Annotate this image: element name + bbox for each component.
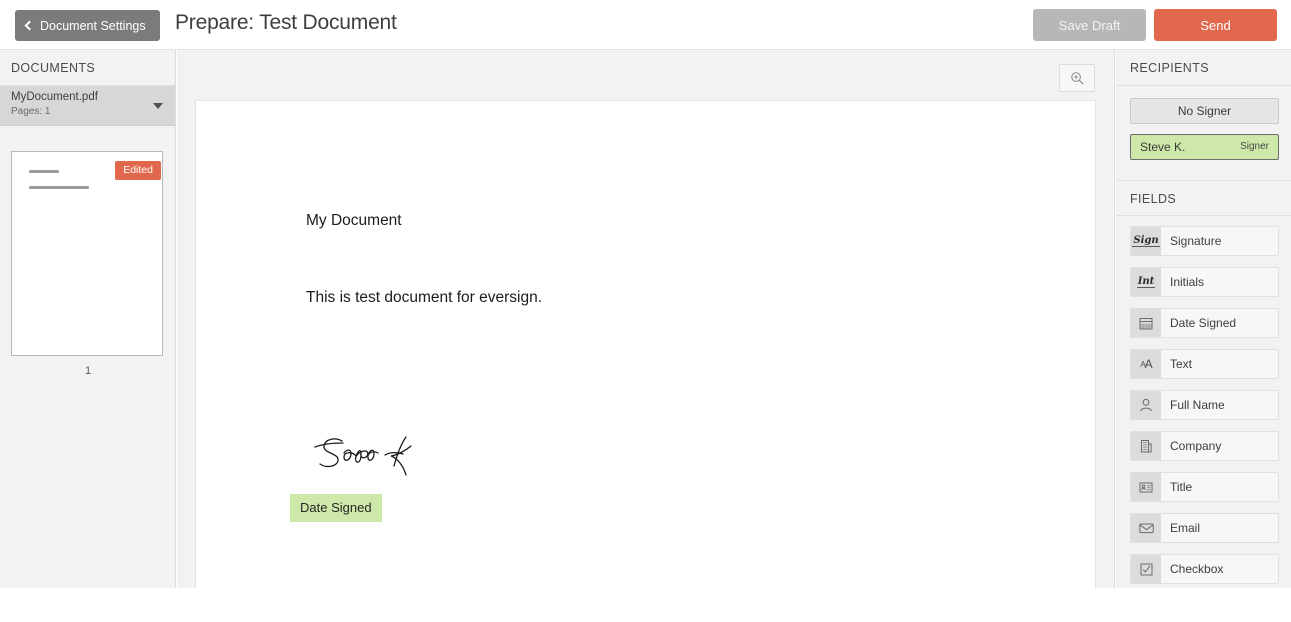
field-label: Text [1170, 357, 1193, 371]
recipients-fields-panel: RECIPIENTS No Signer Steve K. Signer FIE… [1116, 50, 1291, 588]
top-toolbar: Document Settings Prepare: Test Document… [0, 0, 1291, 50]
field-label: Email [1170, 521, 1201, 535]
signature-icon: Sign [1131, 227, 1161, 255]
field-label: Company [1170, 439, 1222, 453]
document-heading: My Document [306, 212, 402, 229]
field-item-initials[interactable]: Int Initials [1130, 267, 1279, 297]
field-label: Initials [1170, 275, 1205, 289]
thumbnail-text-line [29, 170, 59, 173]
field-item-date-signed[interactable]: Date Signed [1130, 308, 1279, 338]
recipient-item-no-signer[interactable]: No Signer [1130, 98, 1279, 124]
field-label: Full Name [1170, 398, 1225, 412]
date-signed-field-placed[interactable]: Date Signed [290, 494, 382, 522]
field-item-email[interactable]: Email [1130, 513, 1279, 543]
recipient-label: Steve K. [1140, 140, 1186, 154]
signature-field-placed[interactable] [311, 431, 431, 486]
building-icon [1131, 432, 1161, 460]
documents-heading: DOCUMENTS [0, 50, 175, 86]
field-item-text[interactable]: AA Text [1130, 349, 1279, 379]
calendar-icon [1131, 309, 1161, 337]
id-card-icon [1131, 473, 1161, 501]
field-item-company[interactable]: Company [1130, 431, 1279, 461]
recipients-heading: RECIPIENTS [1116, 50, 1291, 86]
field-label: Title [1170, 480, 1193, 494]
document-canvas-area: My Document This is test document for ev… [177, 50, 1115, 588]
field-label: Signature [1170, 234, 1222, 248]
magnifier-plus-icon [1070, 71, 1084, 85]
recipient-item-steve-k[interactable]: Steve K. Signer [1130, 134, 1279, 160]
initials-icon: Int [1131, 268, 1161, 296]
checkbox-icon [1131, 555, 1161, 583]
document-list-item[interactable]: MyDocument.pdf Pages: 1 [0, 86, 175, 126]
document-paragraph: This is test document for eversign. [306, 289, 543, 306]
field-label: Checkbox [1170, 562, 1224, 576]
document-page[interactable]: My Document This is test document for ev… [195, 100, 1096, 588]
recipient-label: No Signer [1177, 104, 1232, 118]
documents-sidebar: DOCUMENTS MyDocument.pdf Pages: 1 Edited… [0, 50, 176, 588]
handwritten-signature-icon [314, 436, 412, 476]
document-pages-count: Pages: 1 [11, 106, 51, 117]
thumbnail-page-number: 1 [84, 365, 92, 377]
recipient-role-badge: Signer [1240, 141, 1269, 152]
fields-heading: FIELDS [1116, 180, 1291, 216]
save-draft-button[interactable]: Save Draft [1033, 9, 1146, 41]
field-item-title[interactable]: Title [1130, 472, 1279, 502]
field-item-signature[interactable]: Sign Signature [1130, 226, 1279, 256]
chevron-down-icon[interactable] [153, 103, 163, 109]
page-thumbnail-wrapper: Edited 1 [11, 151, 165, 377]
field-label: Date Signed [1170, 316, 1237, 330]
thumbnail-text-line [29, 186, 89, 189]
person-icon [1131, 391, 1161, 419]
fields-list: Sign Signature Int Initials Date Signed [1116, 216, 1291, 588]
field-item-checkbox[interactable]: Checkbox [1130, 554, 1279, 584]
send-button[interactable]: Send [1154, 9, 1277, 41]
back-button-label: Document Settings [40, 18, 146, 33]
envelope-icon [1131, 514, 1161, 542]
text-icon: AA [1131, 350, 1161, 378]
edited-badge: Edited [115, 161, 161, 180]
chevron-left-icon [24, 20, 35, 31]
field-item-full-name[interactable]: Full Name [1130, 390, 1279, 420]
page-thumbnail[interactable]: Edited [11, 151, 163, 356]
document-name: MyDocument.pdf [11, 91, 98, 103]
zoom-in-button[interactable] [1059, 64, 1095, 92]
page-title: Prepare: Test Document [175, 11, 397, 34]
recipients-list: No Signer Steve K. Signer [1116, 86, 1291, 180]
back-to-document-settings-button[interactable]: Document Settings [15, 10, 160, 41]
